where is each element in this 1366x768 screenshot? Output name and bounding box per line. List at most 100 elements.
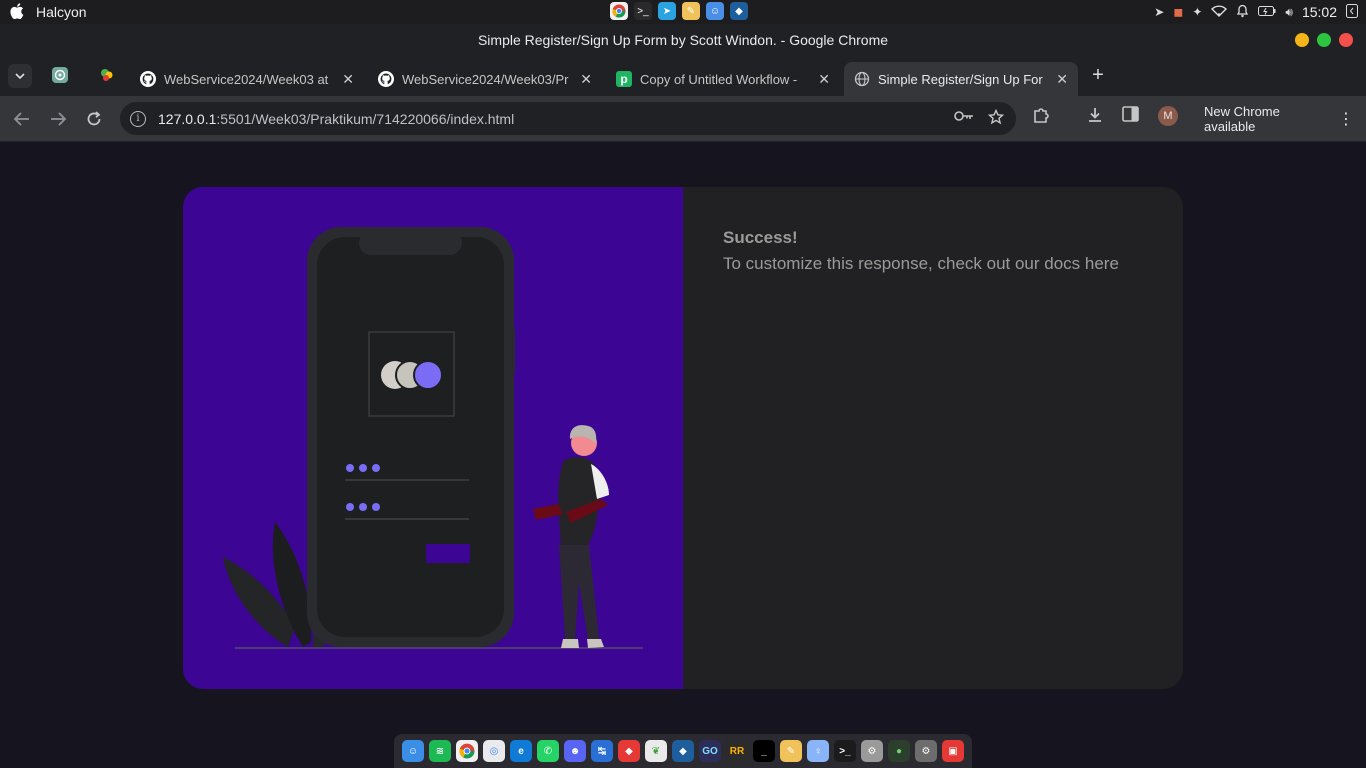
address-bar[interactable]: i 127.0.0.1:5501/Week03/Praktikum/714220… (120, 102, 1016, 135)
dock: ☺ ≋ ◎ e ✆ ☻ ↹ ◆ ❦ ◆ GO RR _ ✎ ♀ >_ ⚙ ● ⚙… (394, 734, 972, 768)
window-controls (1295, 33, 1353, 47)
status-area: ➤ ◼ ✦ 🔊︎ 15:02 (1154, 0, 1358, 24)
success-title: Success! (723, 228, 798, 247)
preferences-dock-icon[interactable]: ⚙ (915, 740, 937, 762)
omnibox-actions (954, 108, 1005, 130)
close-tab-icon[interactable]: ✕ (818, 71, 830, 88)
volume-icon[interactable]: 🔊︎ (1285, 5, 1293, 20)
update-chrome-button[interactable]: New Chrome available ⋮ (1192, 102, 1366, 135)
forward-button[interactable] (46, 107, 70, 131)
vscode-dock-icon[interactable]: ◆ (672, 740, 694, 762)
back-button[interactable] (10, 107, 34, 131)
tab-label: Copy of Untitled Workflow - (640, 71, 798, 87)
update-label: New Chrome available (1204, 103, 1280, 134)
response-panel: Success! To customize this response, che… (683, 187, 1183, 689)
app-status-icon[interactable]: ◼ (1173, 5, 1183, 19)
wifi-icon[interactable] (1211, 4, 1228, 20)
maximize-button[interactable] (1317, 33, 1331, 47)
anydesk-dock-icon[interactable]: ◆ (618, 740, 640, 762)
url-path: :5501/Week03/Praktikum/714220066/index.h… (216, 110, 515, 127)
tab-search-button[interactable] (8, 64, 32, 88)
page-viewport: Success! To customize this response, che… (0, 143, 1366, 732)
jetbrains-dock-icon[interactable]: _ (753, 740, 775, 762)
pipedream-icon: p (616, 71, 632, 87)
side-panel-icon (1122, 106, 1140, 127)
telegram-tray-icon[interactable]: ➤ (658, 2, 676, 20)
chrome-tray-icon[interactable] (610, 2, 628, 20)
close-window-button[interactable] (1339, 33, 1353, 47)
notification-bell-icon[interactable] (1236, 4, 1249, 21)
terminal-tray-icon[interactable]: >_ (634, 2, 652, 20)
close-tab-icon[interactable]: ✕ (580, 71, 592, 88)
finder-dock-icon[interactable]: ☺ (402, 740, 424, 762)
translator-dock-icon[interactable]: ↹ (591, 740, 613, 762)
edge-dock-icon[interactable]: e (510, 740, 532, 762)
close-tab-icon[interactable]: ✕ (342, 71, 354, 88)
window-titlebar: Simple Register/Sign Up Form by Scott Wi… (0, 24, 1366, 56)
chevron-down-icon (15, 70, 25, 82)
system-menu-bar: Halcyon >_ ➤ ✎ ☺ ◆ ➤ ◼ ✦ 🔊︎ 15:02 (0, 0, 1366, 24)
apple-logo-icon[interactable] (10, 2, 26, 22)
bookmark-star-icon[interactable] (987, 108, 1005, 130)
password-key-icon[interactable] (954, 109, 974, 130)
tab-webservice-week03[interactable]: WebService2024/Week03 at ✕ (130, 62, 364, 96)
notes-tray-icon[interactable]: ✎ (682, 2, 700, 20)
terminal-dock-icon[interactable]: >_ (834, 740, 856, 762)
close-tab-icon[interactable]: ✕ (1056, 71, 1068, 88)
kebab-menu-icon[interactable]: ⋮ (1338, 109, 1354, 129)
chromium-dock-icon[interactable]: ◎ (483, 740, 505, 762)
recorder-dock-icon[interactable]: ▣ (942, 740, 964, 762)
discord-dock-icon[interactable]: ☻ (564, 740, 586, 762)
notes-dock-icon[interactable]: ✎ (780, 740, 802, 762)
mongodb-dock-icon[interactable]: ❦ (645, 740, 667, 762)
tab-signup-form[interactable]: Simple Register/Sign Up For ✕ (844, 62, 1078, 96)
downloads-button[interactable] (1086, 106, 1104, 129)
avatar: M (1158, 106, 1178, 126)
tab-webservice-week03-pr[interactable]: WebService2024/Week03/Pr ✕ (368, 62, 602, 96)
tab-label: Simple Register/Sign Up For (878, 71, 1043, 87)
whatsapp-dock-icon[interactable]: ✆ (537, 740, 559, 762)
telegram-status-icon[interactable]: ➤ (1154, 5, 1164, 19)
chatgpt-icon (52, 66, 68, 86)
url-text[interactable]: 127.0.0.1:5501/Week03/Praktikum/71422006… (158, 111, 514, 127)
character-dock-icon[interactable]: ♀ (807, 740, 829, 762)
browser-toolbar: i 127.0.0.1:5501/Week03/Praktikum/714220… (0, 96, 1366, 142)
colorful-app-icon (99, 67, 115, 86)
tab-label: WebService2024/Week03 at (164, 71, 329, 87)
github-icon (140, 71, 156, 87)
active-app-name[interactable]: Halcyon (36, 4, 87, 20)
sidebar-toggle-icon[interactable] (1346, 3, 1358, 21)
goland-dock-icon[interactable]: GO (699, 740, 721, 762)
tab-workflow[interactable]: p Copy of Untitled Workflow - ✕ (606, 62, 840, 96)
monitor-dock-icon[interactable]: ● (888, 740, 910, 762)
clock[interactable]: 15:02 (1302, 4, 1337, 20)
chrome-dock-icon[interactable] (456, 740, 478, 762)
phone-login-illustration (223, 227, 643, 649)
system-settings-dock-icon[interactable]: ⚙ (861, 740, 883, 762)
extension-status-icon[interactable]: ✦ (1192, 5, 1202, 19)
puzzle-extension-icon (1032, 106, 1050, 129)
tab-strip: WebService2024/Week03 at ✕ WebService202… (0, 56, 1366, 96)
spotify-dock-icon[interactable]: ≋ (429, 740, 451, 762)
rustrover-dock-icon[interactable]: RR (726, 740, 748, 762)
pinned-tab-chatgpt[interactable] (50, 66, 70, 86)
pinned-tab-extension[interactable] (97, 66, 117, 86)
tab-label: WebService2024/Week03/Pr (402, 71, 569, 87)
running-apps-tray: >_ ➤ ✎ ☺ ◆ (610, 2, 748, 20)
reload-button[interactable] (82, 107, 106, 131)
finder-tray-icon[interactable]: ☺ (706, 2, 724, 20)
signup-card: Success! To customize this response, che… (183, 187, 1183, 689)
battery-icon[interactable] (1258, 5, 1276, 19)
vscode-tray-icon[interactable]: ◆ (730, 2, 748, 20)
success-message: To customize this response, check out ou… (723, 254, 1119, 273)
extensions-button[interactable] (1032, 106, 1050, 129)
illustration-panel (183, 187, 683, 689)
profile-button[interactable]: M (1158, 106, 1178, 126)
site-info-icon[interactable]: i (130, 110, 146, 127)
github-icon (378, 71, 394, 87)
globe-icon (854, 71, 870, 87)
minimize-button[interactable] (1295, 33, 1309, 47)
side-panel-button[interactable] (1122, 106, 1140, 127)
new-tab-button[interactable]: + (1088, 65, 1108, 86)
url-host: 127.0.0.1 (158, 110, 217, 127)
